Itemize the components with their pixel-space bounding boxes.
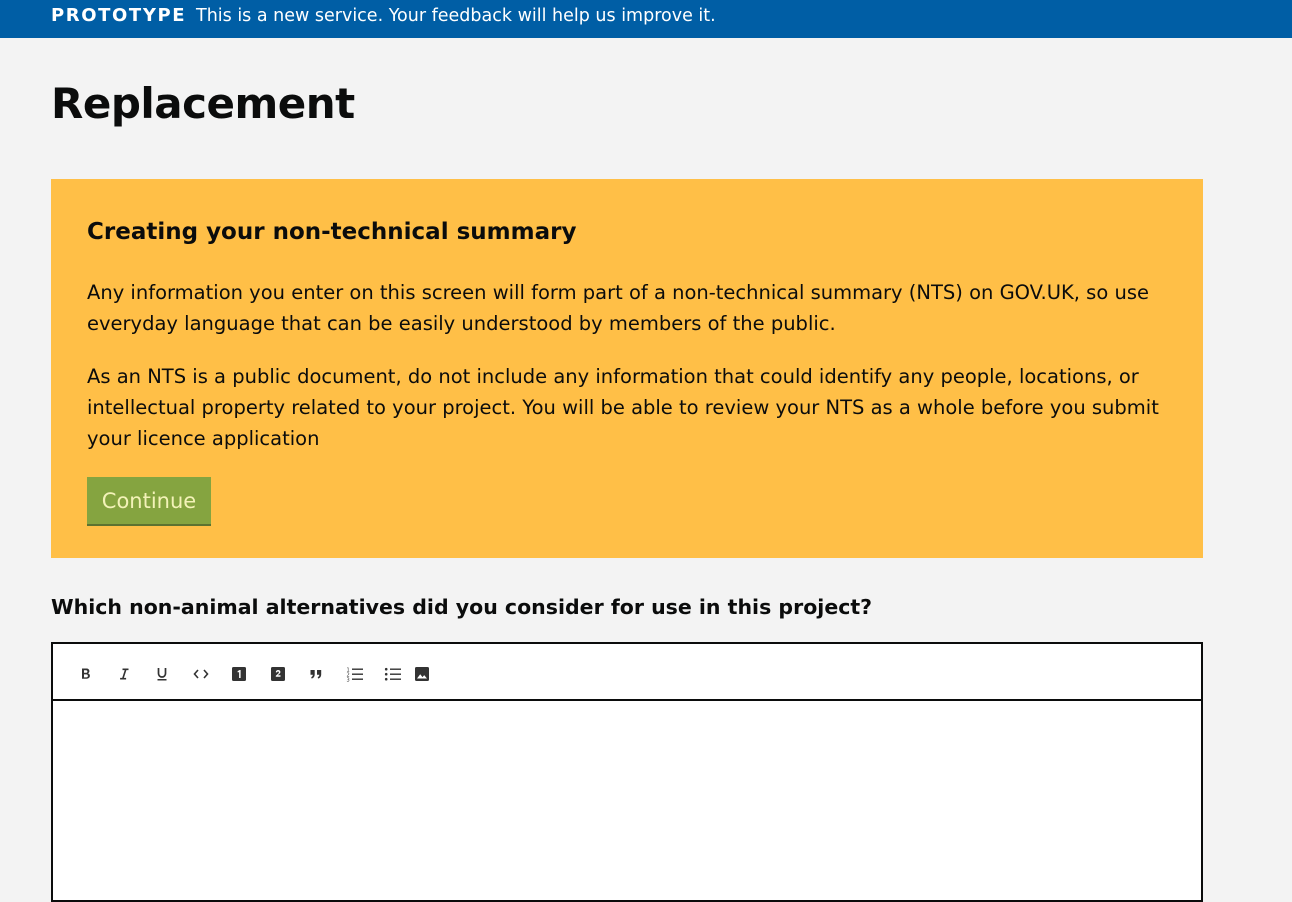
notice-paragraph-1: Any information you enter on this screen… bbox=[87, 281, 1149, 335]
underline-icon[interactable] bbox=[150, 662, 174, 686]
notice-heading: Creating your non-technical summary bbox=[87, 219, 577, 245]
question-label: Which non-animal alternatives did you co… bbox=[51, 595, 873, 619]
italic-icon[interactable] bbox=[112, 662, 136, 686]
heading-one-icon[interactable] bbox=[227, 662, 251, 686]
svg-text:3: 3 bbox=[347, 678, 350, 683]
bold-icon[interactable] bbox=[74, 662, 98, 686]
image-icon[interactable] bbox=[410, 662, 434, 686]
nts-notice-panel: Creating your non-technical summary Any … bbox=[51, 179, 1203, 558]
phase-banner: PROTOTYPE This is a new service. Your fe… bbox=[0, 0, 1292, 38]
page-title: Replacement bbox=[51, 79, 355, 128]
code-icon[interactable] bbox=[189, 662, 213, 686]
continue-button[interactable]: Continue bbox=[87, 477, 211, 524]
numbered-list-icon[interactable]: 1 2 3 bbox=[343, 662, 367, 686]
bulleted-list-icon[interactable] bbox=[381, 662, 405, 686]
notice-paragraph-2: As an NTS is a public document, do not i… bbox=[87, 365, 1159, 450]
rich-text-editor: 1 2 3 bbox=[51, 642, 1203, 902]
heading-two-icon[interactable] bbox=[266, 662, 290, 686]
quote-icon[interactable] bbox=[304, 662, 328, 686]
phase-banner-text: This is a new service. Your feedback wil… bbox=[196, 6, 716, 26]
phase-tag: PROTOTYPE bbox=[51, 5, 187, 26]
editor-toolbar: 1 2 3 bbox=[53, 644, 1201, 701]
alternatives-text-area[interactable] bbox=[53, 701, 1201, 901]
